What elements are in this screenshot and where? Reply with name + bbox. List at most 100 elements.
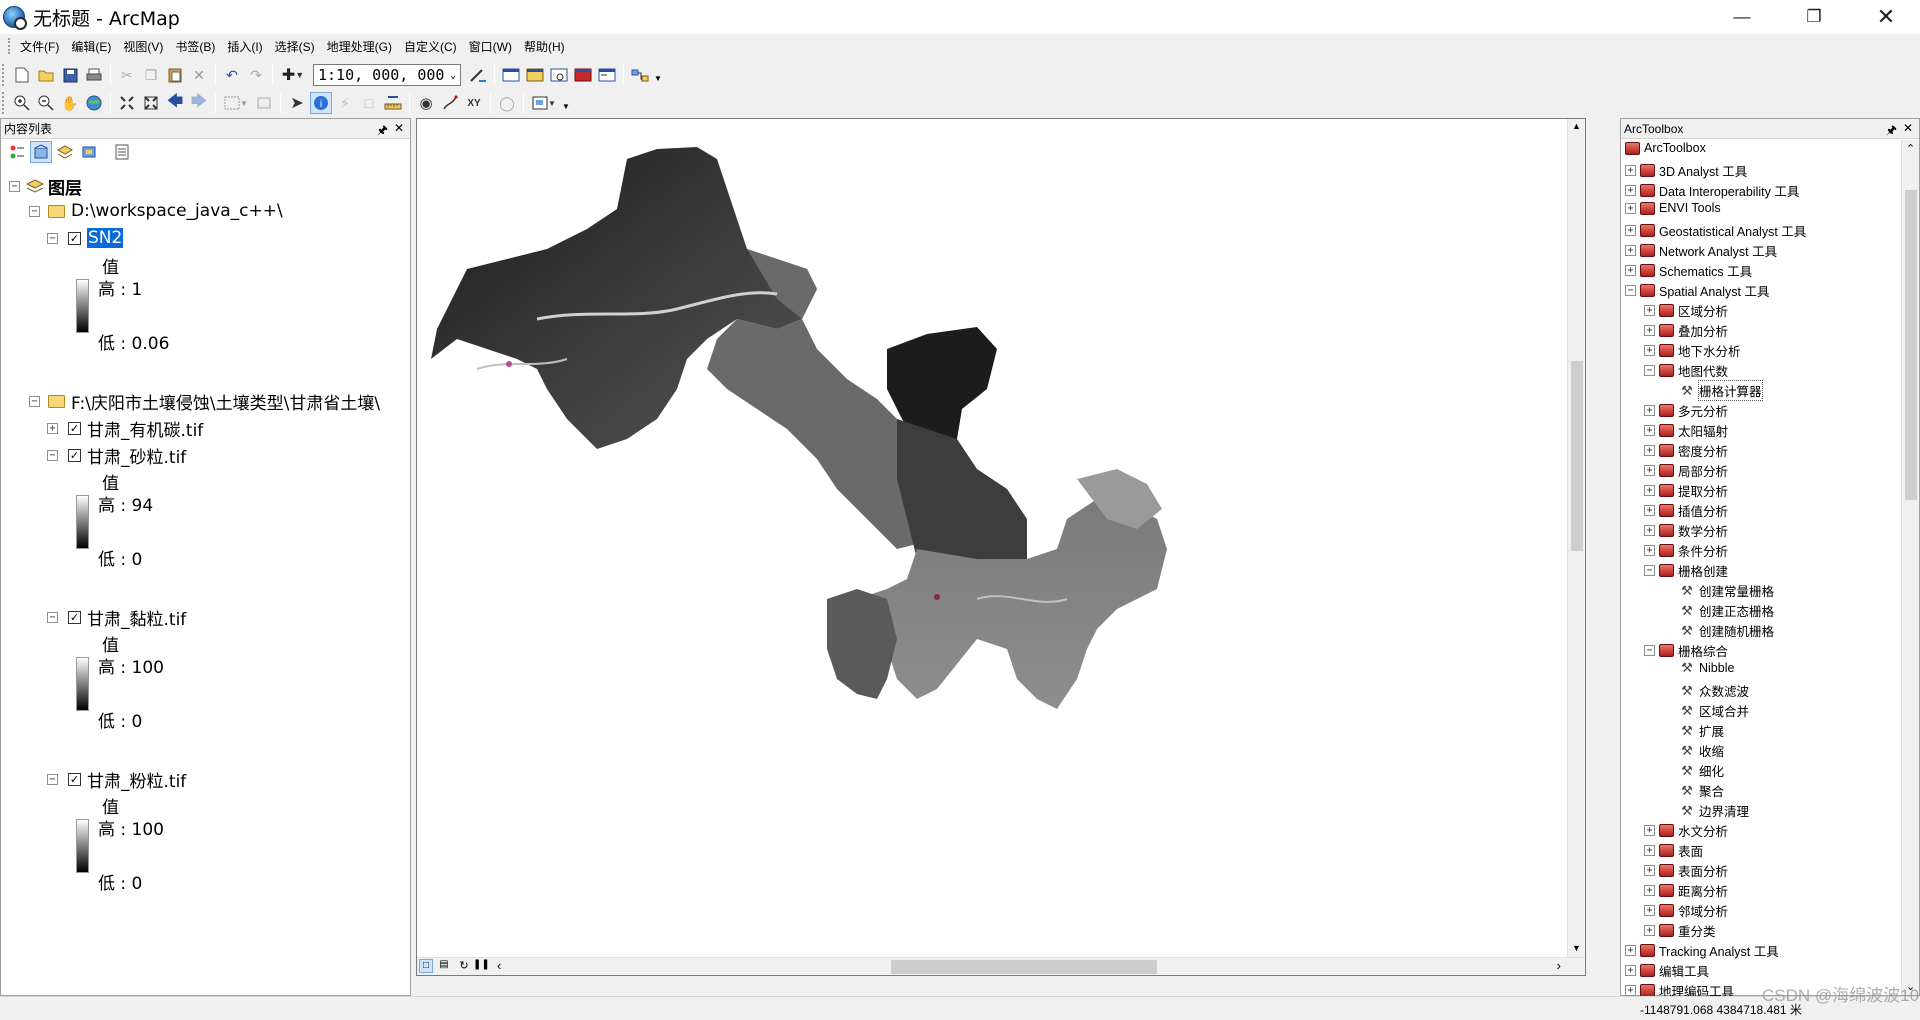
expand-icon[interactable]: + — [1644, 305, 1655, 316]
expand-icon[interactable]: + — [1644, 485, 1655, 496]
expand-icon[interactable]: + — [1644, 425, 1655, 436]
toolbox-tool-item[interactable]: ⚒ 栅格计算器 — [1677, 380, 1763, 401]
expand-icon[interactable]: + — [1644, 405, 1655, 416]
open-folder-icon[interactable] — [35, 64, 57, 86]
toolbox-tool-item[interactable]: ⚒ 细化 — [1677, 761, 1724, 780]
scroll-right-icon[interactable]: › — [1557, 958, 1561, 973]
search-window-icon[interactable] — [548, 64, 570, 86]
expand-icon[interactable]: + — [1644, 925, 1655, 936]
toolbox-tool-item[interactable]: ⚒ 众数滤波 — [1677, 681, 1749, 700]
toolbox-toolset-item[interactable]: +3D Analyst 工具 — [1625, 161, 1747, 180]
map-display[interactable]: ▲ ▼ □ ▤ ↻ ❚❚ ‹ › — [416, 118, 1586, 976]
toolbox-tool-item[interactable]: ⚒ 扩展 — [1677, 721, 1724, 740]
scroll-down-icon[interactable]: ▼ — [1572, 943, 1581, 953]
expand-icon[interactable]: + — [1625, 165, 1636, 176]
toolbox-tool-item[interactable]: ⚒ 创建正态栅格 — [1677, 601, 1774, 620]
toc-layer-silt[interactable]: − ✓ 甘肃_粉粒.tif — [47, 767, 186, 792]
toolbox-toolset-item[interactable]: − 栅格创建 — [1644, 561, 1728, 580]
expand-icon[interactable]: + — [1625, 265, 1636, 276]
close-button[interactable]: ✕ — [1856, 0, 1916, 34]
toc-layers-root[interactable]: − 图层 — [9, 174, 82, 199]
toolbox-toolset-item[interactable]: + 重分类 — [1644, 921, 1716, 940]
toolbox-toolset-item[interactable]: + 邻域分析 — [1644, 901, 1728, 920]
toc-close-icon[interactable]: ✕ — [394, 121, 404, 135]
toolbox-toolset-item[interactable]: + 编辑工具 — [1625, 961, 1709, 980]
toolbox-toolset-item[interactable]: + Geostatistical Analyst 工具 — [1625, 221, 1806, 240]
map-vertical-scrollbar[interactable]: ▲ ▼ — [1567, 119, 1585, 957]
toolbox-toolset-item[interactable]: + 地下水分析 — [1644, 341, 1741, 360]
toolbox-toolset-item[interactable]: + 区域分析 — [1644, 301, 1728, 320]
forward-extent-icon[interactable]: 🡆 — [188, 92, 210, 114]
layer-visibility-checkbox[interactable]: ✓ — [68, 773, 81, 786]
toc-layer-sn2[interactable]: − ✓ SN2 — [47, 228, 124, 248]
arctoolbox-close-icon[interactable]: ✕ — [1903, 121, 1913, 135]
menu-insert[interactable]: 插入(I) — [221, 38, 268, 55]
find-route-icon[interactable] — [439, 92, 461, 114]
collapse-icon[interactable]: − — [1625, 285, 1636, 296]
delete-icon[interactable]: ✕ — [188, 64, 210, 86]
toolbox-tool-item[interactable]: ⚒ 边界清理 — [1677, 801, 1749, 820]
list-by-visibility-icon[interactable] — [54, 141, 76, 163]
menu-file[interactable]: 文件(F) — [14, 38, 65, 55]
expand-icon[interactable]: + — [1644, 885, 1655, 896]
scroll-left-icon[interactable]: ‹ — [497, 958, 501, 973]
html-popup-icon[interactable]: □ — [358, 92, 380, 114]
toc-layer-organic-carbon[interactable]: + ✓ 甘肃_有机碳.tif — [47, 416, 203, 441]
pan-hand-icon[interactable]: ✋ — [59, 92, 81, 114]
toolbox-toolset-item[interactable]: + 表面分析 — [1644, 861, 1728, 880]
collapse-icon[interactable]: − — [9, 181, 20, 192]
toolbox-toolset-item[interactable]: + 多元分析 — [1644, 401, 1728, 420]
add-data-icon[interactable]: ✚ ▼ — [278, 64, 308, 86]
collapse-icon[interactable]: − — [47, 612, 58, 623]
data-view-icon[interactable]: □ — [419, 959, 433, 973]
menu-windows[interactable]: 窗口(W) — [463, 38, 518, 55]
copy-icon[interactable]: ❐ — [140, 64, 162, 86]
map-raster-svg[interactable] — [417, 119, 1585, 975]
toolbox-tool-item[interactable]: ⚒ 收缩 — [1677, 741, 1724, 760]
toolbox-toolset-item[interactable]: + 距离分析 — [1644, 881, 1728, 900]
print-icon[interactable] — [83, 64, 105, 86]
toolbox-toolset-item[interactable]: + Schematics 工具 — [1625, 261, 1752, 280]
arctoolbox-window-icon[interactable] — [572, 64, 594, 86]
expand-icon[interactable]: + — [1625, 945, 1636, 956]
expand-icon[interactable]: + — [1625, 245, 1636, 256]
menu-geoprocessing[interactable]: 地理处理(G) — [321, 38, 398, 55]
go-to-xy-icon[interactable]: XY — [463, 92, 485, 114]
layer-visibility-checkbox[interactable]: ✓ — [68, 449, 81, 462]
hyperlink-icon[interactable]: ⚡ — [334, 92, 356, 114]
scroll-up-icon[interactable]: ▲ — [1572, 121, 1581, 131]
undo-icon[interactable]: ↶ — [221, 64, 243, 86]
catalog-window-icon[interactable] — [524, 64, 546, 86]
zoom-out-icon[interactable] — [35, 92, 57, 114]
measure-icon[interactable] — [382, 92, 404, 114]
map-vscroll-thumb[interactable] — [1571, 361, 1583, 551]
expand-icon[interactable]: + — [1644, 505, 1655, 516]
save-icon[interactable] — [59, 64, 81, 86]
collapse-icon[interactable]: − — [1644, 365, 1655, 376]
modelbuilder-icon[interactable] — [629, 64, 651, 86]
expand-icon[interactable]: + — [1625, 985, 1636, 996]
collapse-icon[interactable]: − — [1644, 645, 1655, 656]
toc-group-gansu-soil[interactable]: − F:\庆阳市土壤侵蚀\土壤类型\甘肃省土壤\ — [29, 389, 380, 414]
layer-visibility-checkbox[interactable]: ✓ — [68, 422, 81, 435]
zoom-in-icon[interactable] — [11, 92, 33, 114]
editor-toolbar-icon[interactable] — [467, 64, 489, 86]
toolbox-toolset-item[interactable]: + Tracking Analyst 工具 — [1625, 941, 1779, 960]
toolbox-toolset-item[interactable]: + 水文分析 — [1644, 821, 1728, 840]
layer-name-selected[interactable]: SN2 — [87, 228, 124, 248]
menu-help[interactable]: 帮助(H) — [518, 38, 571, 55]
expand-icon[interactable]: + — [1644, 865, 1655, 876]
select-features-icon[interactable]: ▼ — [221, 92, 251, 114]
toolbox-toolset-item[interactable]: + 表面 — [1644, 841, 1703, 860]
toolbox-toolset-item[interactable]: + 条件分析 — [1644, 541, 1728, 560]
list-by-source-icon[interactable] — [30, 141, 52, 163]
back-extent-icon[interactable]: 🡄 — [164, 92, 186, 114]
toc-group-workspace[interactable]: − D:\workspace_java_c++\ — [29, 201, 283, 221]
scroll-up-icon[interactable]: ⌃ — [1906, 142, 1915, 155]
expand-icon[interactable]: + — [1644, 845, 1655, 856]
collapse-icon[interactable]: − — [1644, 565, 1655, 576]
clear-selection-icon[interactable] — [253, 92, 275, 114]
layer-visibility-checkbox[interactable]: ✓ — [68, 611, 81, 624]
select-elements-arrow-icon[interactable]: ➤ — [286, 92, 308, 114]
pause-drawing-icon[interactable]: ❚❚ — [473, 959, 490, 973]
